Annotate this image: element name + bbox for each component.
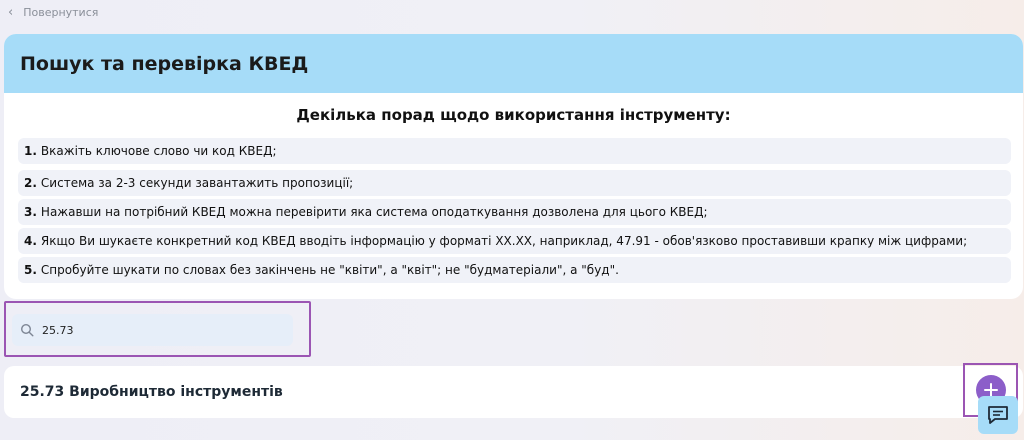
tip-number: 4. bbox=[24, 234, 37, 248]
tip-item: 4. Якщо Ви шукаєте конкретний код КВЕД в… bbox=[18, 228, 1011, 254]
tip-text: Вкажіть ключове слово чи код КВЕД; bbox=[40, 144, 277, 158]
chat-button[interactable] bbox=[978, 396, 1018, 434]
chat-icon bbox=[988, 406, 1008, 424]
tip-number: 2. bbox=[24, 176, 37, 190]
tip-item: 2. Система за 2-3 секунди завантажить пр… bbox=[18, 170, 1011, 196]
result-item[interactable]: 25.73 Виробництво інструментів bbox=[4, 366, 1023, 418]
page-title: Пошук та перевірка КВЕД bbox=[20, 52, 309, 75]
tip-text: Спробуйте шукати по словах без закінчень… bbox=[40, 263, 619, 277]
tip-number: 5. bbox=[24, 263, 37, 277]
tip-number: 3. bbox=[24, 205, 37, 219]
tip-number: 1. bbox=[24, 144, 37, 158]
tip-text: Якщо Ви шукаєте конкретний код КВЕД ввод… bbox=[40, 234, 968, 248]
card-header: Пошук та перевірка КВЕД bbox=[4, 34, 1023, 93]
result-label: 25.73 Виробництво інструментів bbox=[20, 384, 283, 400]
tip-text: Система за 2-3 секунди завантажить пропо… bbox=[40, 176, 354, 190]
tip-item: 3. Нажавши на потрібний КВЕД можна перев… bbox=[18, 199, 1011, 225]
search-icon bbox=[20, 323, 34, 337]
back-link[interactable]: ‹ Повернутися bbox=[8, 4, 98, 20]
tips-title: Декілька порад щодо використання інструм… bbox=[296, 106, 731, 124]
back-label: Повернутися bbox=[23, 5, 99, 19]
chevron-left-icon: ‹ bbox=[8, 4, 14, 20]
tip-text: Нажавши на потрібний КВЕД можна перевіри… bbox=[40, 205, 708, 219]
search-field[interactable] bbox=[12, 314, 293, 346]
tip-item: 1. Вкажіть ключове слово чи код КВЕД; bbox=[18, 138, 1011, 164]
tip-item: 5. Спробуйте шукати по словах без закінч… bbox=[18, 257, 1011, 283]
search-highlight bbox=[4, 301, 311, 357]
search-input[interactable] bbox=[40, 322, 284, 338]
kved-card: Пошук та перевірка КВЕД Декілька порад щ… bbox=[4, 34, 1023, 299]
